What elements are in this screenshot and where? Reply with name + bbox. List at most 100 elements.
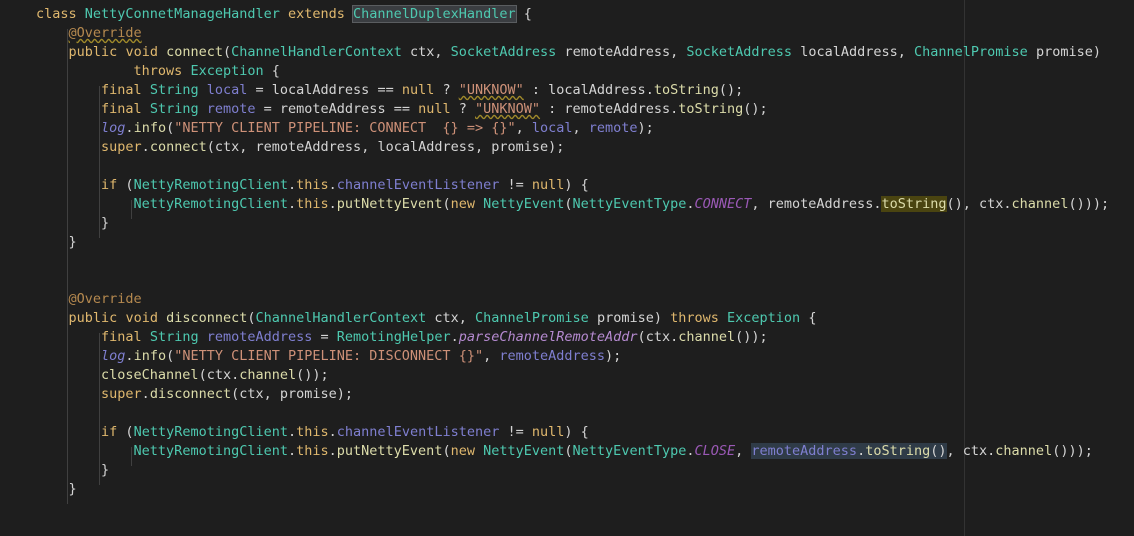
field: channelEventListener <box>336 424 500 440</box>
code-line[interactable]: } <box>0 233 1134 252</box>
type-name: NettyRemotingClient <box>133 424 288 440</box>
method-call: channel <box>995 443 1053 459</box>
parameter: promise <box>1035 44 1093 60</box>
code-line[interactable]: throws Exception { <box>0 62 1134 81</box>
static-method-call: parseChannelRemoteAddr <box>458 329 638 345</box>
code-line[interactable]: log.info("NETTY CLIENT PIPELINE: CONNECT… <box>0 119 1134 138</box>
parameter: ctx <box>206 367 232 383</box>
parameter: remoteAddress <box>767 196 874 212</box>
keyword: this <box>296 443 329 459</box>
code-line[interactable]: } <box>0 214 1134 233</box>
keyword: throws <box>133 63 183 79</box>
field: channelEventListener <box>336 177 500 193</box>
string-literal: "UNKNOW" <box>475 101 541 117</box>
type-name: NettyEventType <box>572 443 687 459</box>
method-call: channel <box>678 329 736 345</box>
method-call: info <box>133 348 167 364</box>
type-name: NettyEvent <box>483 443 565 459</box>
code-line[interactable]: closeChannel(ctx.channel()); <box>0 366 1134 385</box>
keyword: final <box>101 329 142 345</box>
code-line[interactable]: super.disconnect(ctx, promise); <box>0 385 1134 404</box>
code-line[interactable]: NettyRemotingClient.this.putNettyEvent(n… <box>0 195 1134 214</box>
type-name: NettyRemotingClient <box>133 177 288 193</box>
code-line[interactable]: if (NettyRemotingClient.this.channelEven… <box>0 423 1134 442</box>
annotation: @Override <box>68 25 142 41</box>
code-line[interactable]: if (NettyRemotingClient.this.channelEven… <box>0 176 1134 195</box>
type-name: String <box>149 101 199 117</box>
parameter: ctx <box>979 196 1004 212</box>
method-call: closeChannel <box>101 367 199 383</box>
keyword: final <box>101 101 142 117</box>
local-variable: remoteAddress <box>206 329 313 345</box>
keyword: void <box>125 310 158 326</box>
local-variable: remote <box>206 101 256 117</box>
method-name: disconnect <box>166 310 248 326</box>
parameter: ctx <box>645 329 671 345</box>
string-literal: "NETTY CLIENT PIPELINE: CONNECT {} => {}… <box>174 120 516 136</box>
type-name: NettyRemotingClient <box>133 196 288 212</box>
code-editor[interactable]: class NettyConnetManageHandler extends C… <box>0 0 1134 536</box>
code-line[interactable]: super.connect(ctx, remoteAddress, localA… <box>0 138 1134 157</box>
parameter: promise <box>596 310 654 326</box>
keyword: if <box>101 177 118 193</box>
local-variable: local <box>531 120 573 136</box>
code-line[interactable]: final String remoteAddress = RemotingHel… <box>0 328 1134 347</box>
code-line[interactable]: } <box>0 461 1134 480</box>
enum-constant: CLOSE <box>694 443 736 459</box>
keyword: null <box>531 424 565 440</box>
local-variable: remoteAddress <box>499 348 606 364</box>
code-line[interactable]: public void connect(ChannelHandlerContex… <box>0 43 1134 62</box>
method-call: disconnect <box>149 386 232 402</box>
keyword: this <box>296 177 329 193</box>
method-call: channel <box>239 367 297 383</box>
method-call: putNettyEvent <box>336 443 443 459</box>
keyword: null <box>401 82 435 98</box>
keyword: this <box>296 424 329 440</box>
code-line[interactable]: } <box>0 480 1134 499</box>
parameter: remoteAddress <box>279 101 386 117</box>
keyword: throws <box>670 310 719 326</box>
type-name: ChannelHandlerContext <box>255 310 427 326</box>
keyword: public <box>68 310 118 326</box>
type-name: String <box>149 329 199 345</box>
type-name: ChannelPromise <box>475 310 589 326</box>
parameter: remoteAddress <box>564 101 671 117</box>
keyword: null <box>531 177 565 193</box>
local-variable: remote <box>588 120 638 136</box>
method-call: toString <box>678 101 744 117</box>
parameter: ctx <box>962 443 988 459</box>
parameter: promise <box>279 386 337 402</box>
keyword: public <box>68 44 118 60</box>
code-line[interactable]: @Override <box>0 290 1134 309</box>
local-variable-highlighted: remoteAddress <box>751 443 858 459</box>
method-call-highlighted: toString <box>881 196 947 212</box>
code-line[interactable]: class NettyConnetManageHandler extends C… <box>0 5 1134 24</box>
parameter: localAddress <box>800 44 898 60</box>
enum-constant: CONNECT <box>694 196 752 212</box>
string-literal: "UNKNOW" <box>459 82 524 98</box>
parameter: ctx <box>409 44 435 60</box>
parameter: ctx <box>239 386 264 402</box>
type-name-highlighted: ChannelDuplexHandler <box>352 5 517 23</box>
method-call: info <box>133 120 167 136</box>
method-name: connect <box>166 44 223 60</box>
parameter: localAddress <box>271 82 370 98</box>
parameter: localAddress <box>377 139 475 155</box>
method-call: channel <box>1011 196 1069 212</box>
logger-field: log <box>101 348 126 364</box>
type-name: String <box>149 82 199 98</box>
type-name: NettyEvent <box>483 196 565 212</box>
code-line[interactable]: final String remote = remoteAddress == n… <box>0 100 1134 119</box>
code-line[interactable]: public void disconnect(ChannelHandlerCon… <box>0 309 1134 328</box>
code-line[interactable]: @Override <box>0 24 1134 43</box>
local-variable: local <box>206 82 248 98</box>
type-name: RemotingHelper <box>336 329 451 345</box>
parameter: ctx <box>434 310 459 326</box>
code-line[interactable]: log.info("NETTY CLIENT PIPELINE: DISCONN… <box>0 347 1134 366</box>
method-call: putNettyEvent <box>336 196 443 212</box>
code-line[interactable]: NettyRemotingClient.this.putNettyEvent(n… <box>0 442 1134 461</box>
keyword: new <box>450 196 475 212</box>
code-line[interactable]: final String local = localAddress == nul… <box>0 81 1134 100</box>
logger-field: log <box>101 120 126 136</box>
parameter: localAddress <box>548 82 646 98</box>
